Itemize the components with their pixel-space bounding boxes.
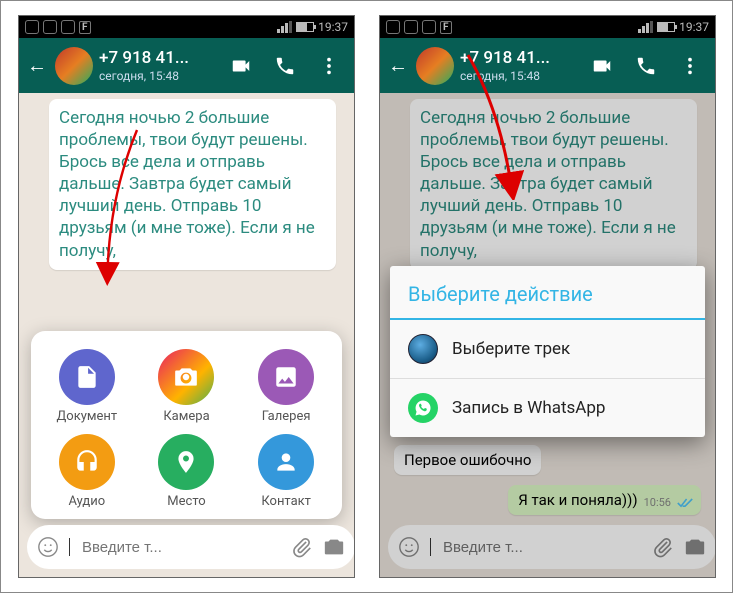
back-icon[interactable]: ← [25, 53, 49, 78]
attach-location-label: Место [167, 494, 205, 509]
message-input-box[interactable] [27, 525, 355, 569]
document-icon [74, 364, 100, 390]
dialog-title: Выберите действие [390, 266, 705, 320]
location-icon [173, 449, 199, 475]
contact-icon [273, 449, 299, 475]
avatar[interactable] [55, 47, 93, 85]
whatsapp-icon [408, 393, 438, 423]
attach-document[interactable]: Документ [37, 349, 137, 424]
camera-icon [173, 364, 199, 390]
notif-icon: F [440, 21, 452, 34]
back-icon[interactable]: ← [386, 53, 410, 78]
attach-gallery-label: Галерея [262, 409, 311, 424]
message-input[interactable] [82, 539, 281, 556]
chat-subtitle: сегодня, 15:48 [99, 69, 230, 83]
statusbar: F 19:37 [380, 16, 715, 38]
action-dialog: Выберите действие Выберите трек Запись в… [390, 266, 705, 437]
camera-input-icon[interactable] [323, 536, 345, 558]
avatar[interactable] [416, 47, 454, 85]
chat-title[interactable]: +7 918 41... [460, 48, 591, 68]
attach-contact[interactable]: Контакт [236, 434, 336, 509]
dialog-option-whatsapp[interactable]: Запись в WhatsApp [390, 379, 705, 437]
more-icon[interactable] [318, 55, 340, 77]
signal-icon [638, 21, 653, 33]
voice-call-icon[interactable] [635, 55, 657, 77]
attach-icon[interactable] [291, 536, 313, 558]
video-call-icon[interactable] [230, 55, 252, 77]
video-call-icon[interactable] [591, 55, 613, 77]
status-time: 19:37 [679, 20, 709, 34]
input-row [27, 525, 346, 569]
dialog-option-track[interactable]: Выберите трек [390, 320, 705, 379]
battery-icon [657, 22, 675, 32]
attach-camera-label: Камера [163, 409, 209, 424]
dialog-option-label: Запись в WhatsApp [452, 398, 605, 418]
status-time: 19:37 [318, 20, 348, 34]
more-icon[interactable] [679, 55, 701, 77]
attach-gallery[interactable]: Галерея [236, 349, 336, 424]
incoming-message: Сегодня ночью 2 большие проблемы, твои б… [49, 99, 336, 270]
dialog-option-label: Выберите трек [452, 339, 570, 359]
speaker-icon [408, 334, 438, 364]
attachment-panel: Документ Камера Галерея Аудио Место [31, 331, 342, 519]
attach-contact-label: Контакт [261, 494, 311, 509]
statusbar: F 19:37 [19, 16, 354, 38]
emoji-icon[interactable] [37, 536, 59, 558]
chat-title[interactable]: +7 918 41... [99, 48, 230, 68]
phone-right: F 19:37 ← +7 918 41... сегодня, 15:48 Се… [379, 15, 716, 578]
voice-call-icon[interactable] [274, 55, 296, 77]
chat-subtitle: сегодня, 15:48 [460, 69, 591, 83]
signal-icon [277, 21, 292, 33]
notif-icon: F [79, 21, 91, 34]
attach-audio-label: Аудио [68, 494, 105, 509]
attach-location[interactable]: Место [137, 434, 237, 509]
battery-icon [296, 22, 314, 32]
headphones-icon [74, 449, 100, 475]
attach-audio[interactable]: Аудио [37, 434, 137, 509]
chat-header: ← +7 918 41... сегодня, 15:48 [380, 38, 715, 93]
gallery-icon [273, 364, 299, 390]
attach-camera[interactable]: Камера [137, 349, 237, 424]
chat-header: ← +7 918 41... сегодня, 15:48 [19, 38, 354, 93]
phone-left: F 19:37 ← +7 918 41... сегодня, 15:48 Се… [18, 15, 355, 578]
attach-document-label: Документ [57, 409, 118, 424]
